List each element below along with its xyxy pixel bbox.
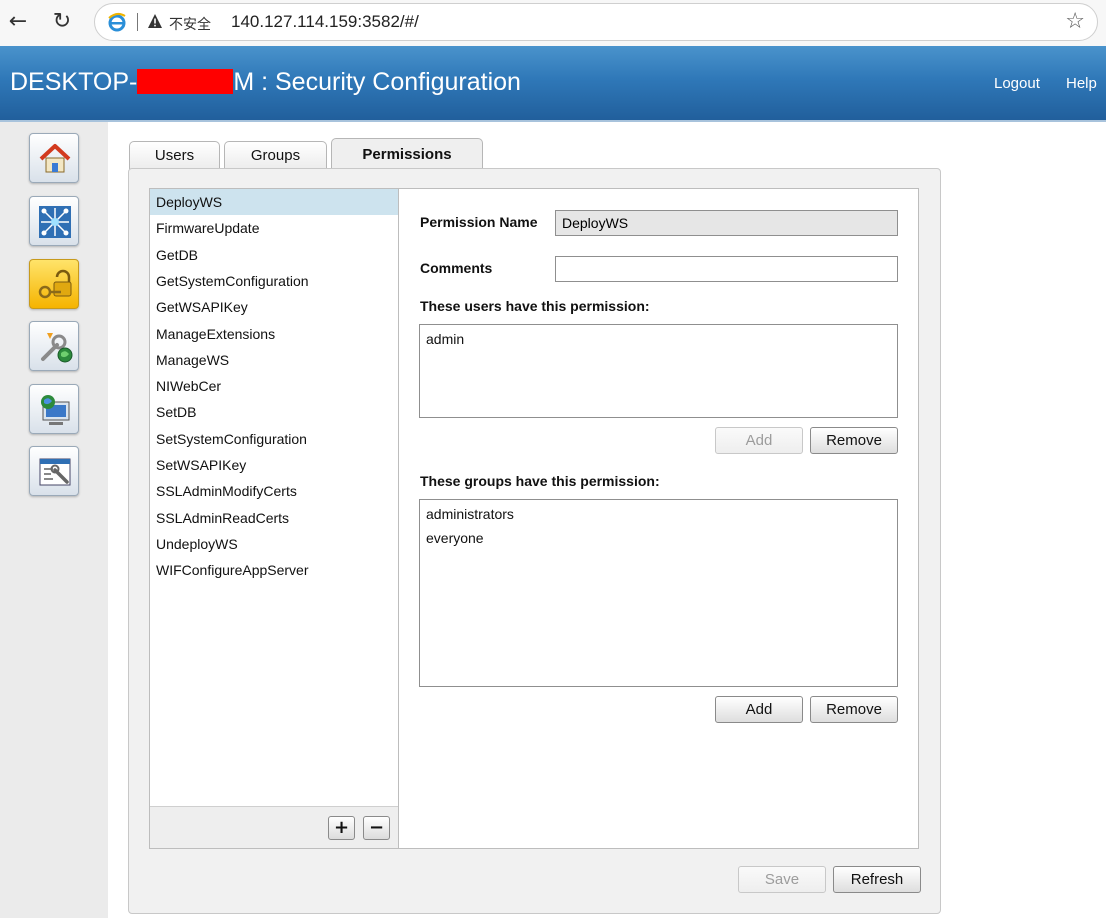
users-heading: These users have this permission:	[420, 298, 650, 314]
list-item[interactable]: admin	[426, 331, 464, 347]
software-install-icon	[41, 333, 73, 363]
sidebar-item-security[interactable]	[29, 259, 79, 309]
tab-groups[interactable]: Groups	[224, 141, 327, 169]
logout-link[interactable]: Logout	[994, 75, 1040, 92]
permissions-list-footer	[150, 806, 398, 848]
list-item[interactable]: NIWebCer	[150, 373, 398, 399]
list-item[interactable]: SetWSAPIKey	[150, 452, 398, 478]
users-add-button[interactable]: Add	[715, 427, 803, 454]
security-status-label[interactable]: 不安全	[169, 14, 211, 34]
list-item[interactable]: everyone	[426, 530, 484, 546]
list-item[interactable]: SetDB	[150, 399, 398, 425]
refresh-button[interactable]: Refresh	[833, 866, 921, 893]
list-item[interactable]: SSLAdminReadCerts	[150, 505, 398, 531]
list-item[interactable]: GetDB	[150, 242, 398, 268]
remove-permission-button[interactable]: −	[363, 816, 390, 840]
network-config-icon	[39, 206, 71, 238]
redaction-block	[137, 69, 234, 94]
users-remove-button[interactable]: Remove	[810, 427, 898, 454]
users-listbox[interactable]: admin	[419, 324, 898, 418]
back-arrow-icon[interactable]: ←	[4, 8, 32, 36]
address-separator	[137, 13, 138, 31]
url-text[interactable]: 140.127.114.159:3582/#/	[231, 12, 419, 32]
sidebar-item-system-settings[interactable]	[29, 446, 79, 496]
title-suffix: M : Security Configuration	[233, 68, 521, 96]
reload-icon[interactable]: ↻	[48, 8, 76, 36]
remote-system-icon	[41, 395, 70, 425]
title-prefix: DESKTOP-	[10, 68, 138, 96]
groups-remove-button[interactable]: Remove	[810, 696, 898, 723]
list-item[interactable]: DeployWS	[150, 189, 398, 215]
list-item[interactable]: ManageExtensions	[150, 321, 398, 347]
sidebar-item-home[interactable]	[29, 133, 79, 183]
home-icon	[39, 144, 71, 173]
comments-field[interactable]	[555, 256, 898, 282]
internet-explorer-icon	[108, 12, 126, 32]
sidebar-item-software[interactable]	[29, 321, 79, 371]
save-button[interactable]: Save	[738, 866, 826, 893]
app-header: DESKTOP- M : Security Configuration Logou…	[0, 46, 1106, 122]
security-config-icon	[38, 269, 72, 299]
list-item[interactable]: GetSystemConfiguration	[150, 268, 398, 294]
permission-name-label: Permission Name	[420, 214, 538, 230]
system-settings-icon	[39, 458, 71, 486]
add-permission-button[interactable]: +	[328, 816, 355, 840]
help-link[interactable]: Help	[1066, 75, 1097, 92]
favorite-star-icon[interactable]: ☆	[1065, 9, 1085, 34]
sidebar-item-network[interactable]	[29, 196, 79, 246]
list-item[interactable]: administrators	[426, 506, 514, 522]
list-item[interactable]: SetSystemConfiguration	[150, 426, 398, 452]
page-title: DESKTOP- M : Security Configuration	[10, 68, 521, 97]
list-item[interactable]: UndeployWS	[150, 531, 398, 557]
tab-permissions[interactable]: Permissions	[331, 138, 483, 169]
list-item[interactable]: WIFConfigureAppServer	[150, 557, 398, 583]
list-item[interactable]: GetWSAPIKey	[150, 294, 398, 320]
browser-toolbar: ← ↻ 不安全 140.127.114.159:3582/#/ ☆	[0, 0, 1106, 46]
warning-icon[interactable]	[147, 13, 163, 29]
sidebar-item-remote-system[interactable]	[29, 384, 79, 434]
list-item[interactable]: SSLAdminModifyCerts	[150, 478, 398, 504]
groups-heading: These groups have this permission:	[420, 473, 660, 489]
list-item[interactable]: FirmwareUpdate	[150, 215, 398, 241]
permission-name-field	[555, 210, 898, 236]
tab-users[interactable]: Users	[129, 141, 220, 169]
groups-add-button[interactable]: Add	[715, 696, 803, 723]
comments-label: Comments	[420, 260, 493, 276]
address-bar[interactable]: 不安全 140.127.114.159:3582/#/ ☆	[94, 3, 1098, 41]
list-item[interactable]: ManageWS	[150, 347, 398, 373]
groups-listbox[interactable]: administrators everyone	[419, 499, 898, 687]
